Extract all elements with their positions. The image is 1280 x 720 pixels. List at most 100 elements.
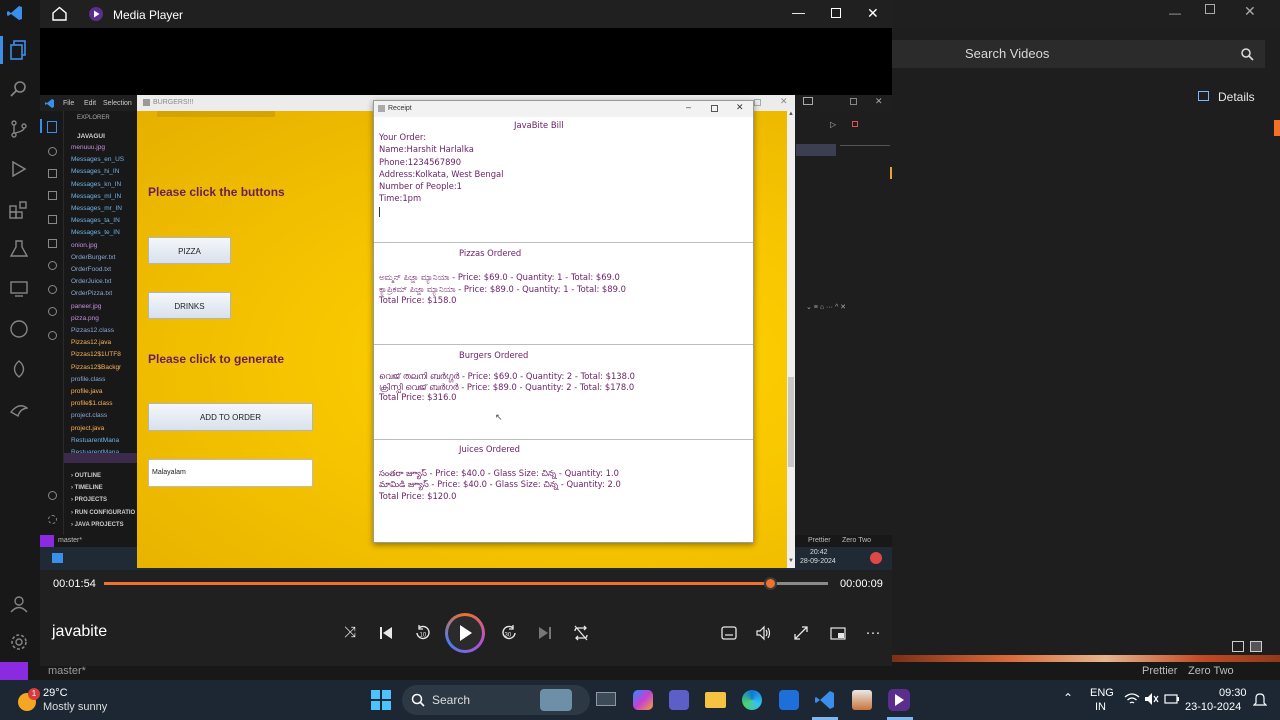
accounts-icon[interactable] — [10, 595, 28, 613]
edge-icon[interactable] — [742, 690, 762, 710]
view-toggle[interactable] — [1230, 640, 1266, 654]
juice-line-2: మామిడి జ్యూస్ - Price: $40.0 - Glass Siz… — [379, 479, 621, 489]
burgers-scrollbar[interactable]: ▲ ▼ — [787, 111, 795, 568]
status-prettier[interactable]: Prettier — [1142, 665, 1177, 677]
weather-temp[interactable]: 29°C — [43, 687, 68, 699]
run-debug-icon[interactable] — [10, 160, 28, 178]
recorded-status-prettier: Prettier — [808, 537, 831, 544]
recorded-explorer-section: › JAVA PROJECTS — [71, 521, 124, 528]
search-videos-input[interactable]: Search Videos — [892, 40, 1265, 68]
media-player-taskbar-icon[interactable] — [888, 689, 910, 711]
search-videos-icon[interactable] — [1240, 47, 1254, 61]
text-cursor — [379, 207, 380, 217]
java-app-icon[interactable] — [852, 690, 872, 710]
next-icon[interactable] — [538, 626, 552, 640]
bg-maximize-icon[interactable] — [1205, 4, 1215, 14]
notification-bell-icon[interactable] — [1253, 692, 1267, 708]
grid-view-icon[interactable] — [1250, 641, 1262, 652]
repeat-off-icon[interactable] — [573, 625, 589, 641]
pizza-button[interactable]: PIZZA — [148, 237, 231, 264]
copilot-icon[interactable] — [633, 690, 653, 710]
language-select[interactable]: Malayalam — [148, 459, 313, 487]
recorded-debug-icon — [48, 191, 57, 200]
fullscreen-icon[interactable] — [793, 625, 809, 641]
weather-widget[interactable]: 1 — [16, 688, 40, 712]
recorded-extensions-icon — [48, 215, 57, 224]
source-control-icon[interactable] — [10, 120, 28, 138]
clock-time[interactable]: 09:30 — [1219, 687, 1247, 699]
explorer-icon[interactable] — [10, 40, 28, 60]
receipt-close-icon[interactable]: ✕ — [736, 102, 744, 113]
details-button[interactable]: Details — [1196, 88, 1266, 106]
github-icon[interactable] — [10, 320, 28, 338]
more-options-icon[interactable]: ··· — [864, 624, 882, 642]
seek-bar[interactable] — [104, 577, 828, 590]
receipt-bill-title: JavaBite Bill — [514, 120, 564, 130]
pizza-total: Total Price: $158.0 — [379, 295, 457, 305]
extensions-icon[interactable] — [9, 200, 29, 220]
file-explorer-icon[interactable] — [705, 692, 726, 708]
mini-player-icon[interactable] — [830, 625, 846, 641]
bg-minimize-icon[interactable]: — — [1169, 6, 1181, 20]
settings-gear-icon[interactable] — [10, 633, 28, 651]
status-zero-two[interactable]: Zero Two — [1188, 665, 1234, 677]
shuffle-icon[interactable]: ⤨ — [341, 624, 359, 642]
recorded-file-item: profile.java — [71, 388, 103, 395]
recorded-file-item: Messages_mr_IN — [71, 205, 122, 212]
battery-icon[interactable] — [1164, 692, 1180, 706]
list-view-icon[interactable] — [1232, 641, 1244, 652]
volume-icon[interactable] — [756, 625, 772, 641]
skip-back-10-icon[interactable]: 10 — [414, 624, 432, 642]
recorded-file-item: profile.class — [71, 375, 106, 383]
video-area[interactable]: File Edit Selection ✕ EXPLORER JAVAGUI m… — [40, 28, 892, 570]
language-eng[interactable]: ENG — [1090, 687, 1114, 699]
windows-taskbar: 1 29°C Mostly sunny Search ⌃ ENG IN 09:3… — [0, 680, 1280, 720]
pizza-line-2: ಕ್ಯಾಪ್ರಿಕಮ್ ಪಿಜ್ಜಾ ಮ್ಯಾನಿಯಾ - Price: $89… — [379, 284, 626, 294]
testing-icon[interactable] — [10, 240, 28, 258]
captions-icon[interactable] — [721, 626, 737, 640]
seek-thumb[interactable] — [764, 577, 778, 590]
weather-desc[interactable]: Mostly sunny — [43, 701, 107, 713]
search-icon[interactable] — [10, 80, 28, 98]
receipt-phone: Phone:1234567890 — [379, 157, 462, 167]
show-hidden-icons-icon[interactable]: ⌃ — [1063, 691, 1073, 705]
minimize-icon[interactable]: — — [792, 5, 805, 20]
drinks-button[interactable]: DRINKS — [148, 292, 231, 319]
extension-bird-icon[interactable] — [10, 400, 28, 418]
player-controls: 00:01:54 00:00:09 javabite ⤨ 10 30 ··· — [40, 570, 892, 666]
recorded-file-item: Pizzas12.java — [71, 339, 112, 347]
bg-close-icon[interactable]: ✕ — [1244, 3, 1256, 20]
receipt-maximize-icon[interactable] — [711, 105, 718, 112]
recorded-file-item: OrderBurger.txt — [71, 253, 116, 261]
clock-date[interactable]: 23-10-2024 — [1185, 701, 1241, 713]
teams-icon[interactable] — [669, 690, 689, 710]
taskbar-search-box[interactable]: Search — [402, 685, 590, 715]
windows-start-icon[interactable] — [371, 690, 391, 710]
recorded-app-icon — [870, 552, 882, 564]
vscode-taskbar-icon[interactable] — [815, 690, 835, 710]
previous-icon[interactable] — [379, 626, 393, 640]
skip-forward-30-icon[interactable]: 30 — [500, 624, 518, 642]
recorded-close-icon: ✕ — [875, 96, 883, 106]
maximize-icon[interactable] — [831, 8, 841, 18]
recorded-file-item: project.class — [71, 412, 108, 420]
remote-indicator[interactable] — [0, 662, 28, 680]
media-player-window: Media Player — ✕ File Edit Selection ✕ E… — [40, 0, 892, 666]
recorded-file-item: RestuarentMana — [71, 436, 120, 444]
close-icon[interactable]: ✕ — [867, 5, 879, 22]
recorded-file-item: OrderPizza.txt — [71, 290, 113, 298]
wifi-icon[interactable] — [1124, 692, 1140, 706]
add-to-order-button[interactable]: ADD TO ORDER — [148, 403, 313, 431]
speaker-icon[interactable] — [1144, 692, 1160, 706]
task-view-icon[interactable] — [596, 692, 616, 706]
remote-explorer-icon[interactable] — [10, 280, 28, 298]
seek-bar-progress — [104, 582, 771, 585]
status-branch[interactable]: master* — [48, 665, 86, 677]
play-button[interactable] — [445, 613, 485, 653]
home-icon[interactable] — [52, 6, 67, 21]
store-icon[interactable] — [779, 690, 799, 710]
receipt-minimize-icon[interactable]: – — [686, 102, 691, 112]
recorded-explorer-section: › OUTLINE — [71, 473, 101, 479]
extension-leaf-icon[interactable] — [10, 360, 28, 378]
language-in[interactable]: IN — [1095, 701, 1106, 713]
